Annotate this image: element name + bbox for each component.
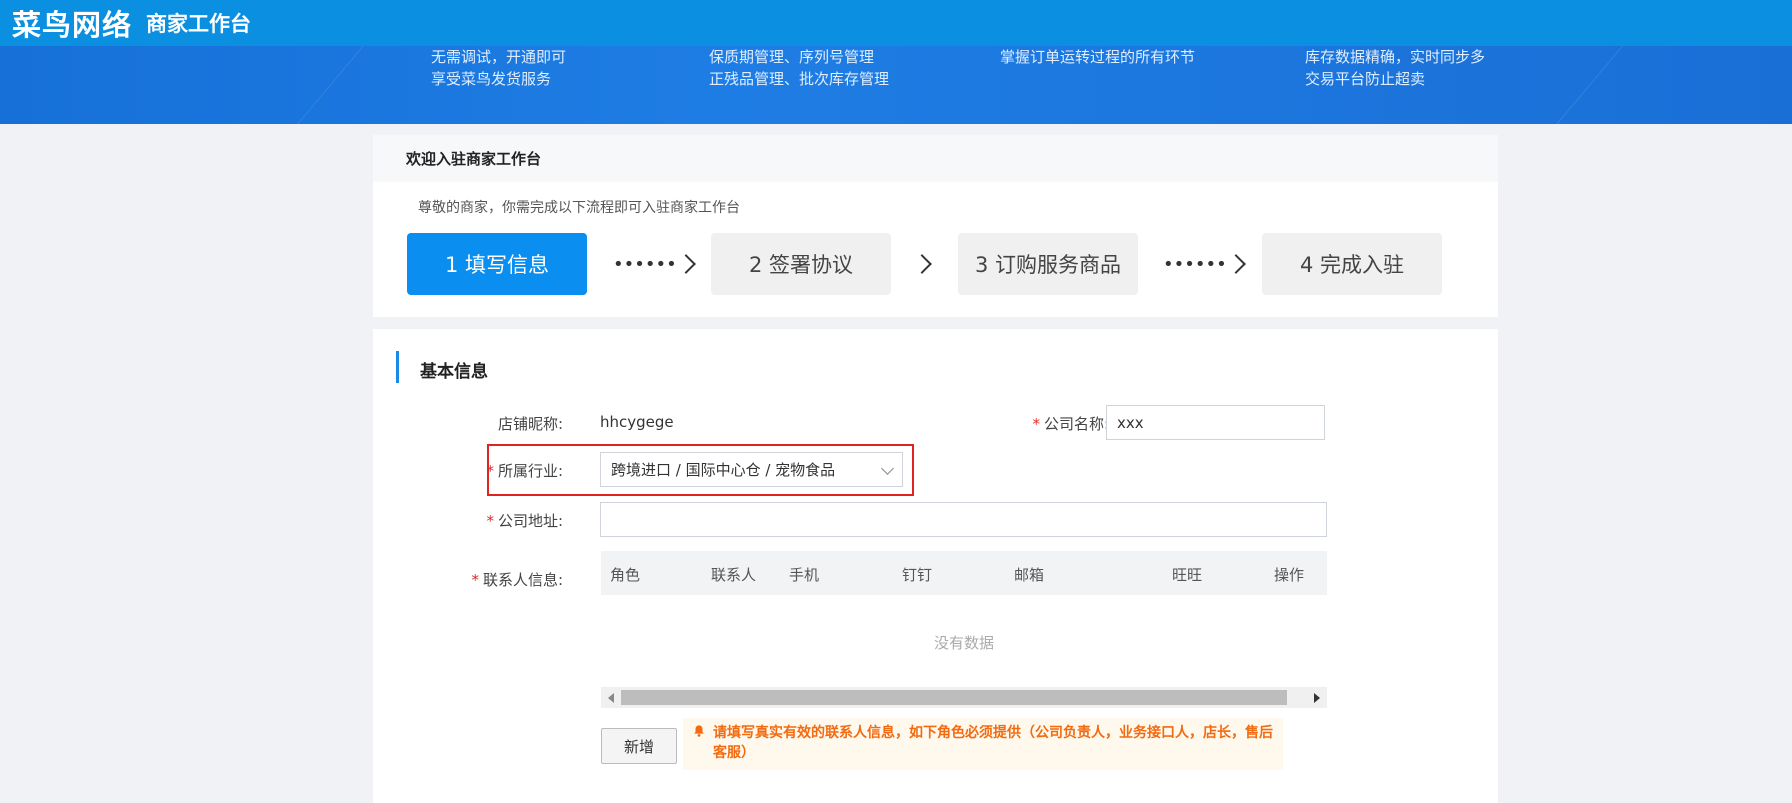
add-contact-button[interactable]: 新增	[601, 728, 677, 764]
column-phone: 手机	[789, 566, 820, 584]
scroll-left-icon[interactable]	[608, 693, 614, 703]
scroll-right-icon[interactable]	[1314, 693, 1320, 703]
app-title: 商家工作台	[146, 12, 252, 36]
table-empty-text: 没有数据	[933, 634, 994, 652]
contact-table-header: 角色 联系人 手机 钉钉 邮箱 旺旺 操作	[601, 551, 1327, 595]
chevron-right-icon	[912, 254, 932, 274]
step-order-service[interactable]: 3 订购服务商品	[958, 233, 1138, 295]
industry-select[interactable]: 跨境进口 / 国际中心仓 / 宠物食品	[600, 452, 903, 487]
contact-label: * 联系人信息:	[471, 571, 563, 589]
section-accent-bar	[396, 351, 399, 383]
table-horizontal-scrollbar[interactable]	[601, 687, 1327, 708]
column-actions: 操作	[1274, 566, 1305, 584]
company-name-input[interactable]: xxx	[1106, 405, 1325, 440]
welcome-card: 欢迎入驻商家工作台 尊敬的商家，你需完成以下流程即可入驻商家工作台 1 填写信息…	[373, 135, 1498, 317]
contact-notice: 请填写真实有效的联系人信息，如下角色必须提供（公司负责人，业务接口人，店长，售后…	[683, 718, 1283, 770]
step-fill-info[interactable]: 1 填写信息	[407, 233, 587, 295]
feature-item: 无需调试，开通即可 享受菜鸟发货服务	[431, 48, 567, 88]
chevron-down-icon	[881, 462, 894, 475]
address-input[interactable]	[600, 502, 1327, 537]
section-title: 基本信息	[420, 362, 488, 382]
top-header: 菜鸟网络 商家工作台	[0, 0, 1792, 46]
column-email: 邮箱	[1014, 566, 1045, 584]
scroll-thumb[interactable]	[621, 690, 1287, 705]
cainiao-logo[interactable]: 菜鸟网络	[12, 2, 132, 44]
address-label: * 公司地址:	[486, 512, 563, 530]
step-complete[interactable]: 4 完成入驻	[1262, 233, 1442, 295]
chevron-right-icon	[1225, 254, 1246, 274]
basic-info-card: 基本信息 店铺昵称: hhcygege * 公司名称: xxx * 所属行业: 跨境…	[373, 329, 1498, 803]
banner-decoration	[1521, 46, 1792, 124]
feature-item: 库存数据精确，实时同步多 交易平台防止超卖	[1305, 48, 1486, 88]
company-name-label: * 公司名称:	[1032, 415, 1109, 433]
chevron-right-icon	[675, 254, 696, 274]
feature-item: 保质期管理、序列号管理 正残品管理、批次库存管理	[709, 48, 890, 88]
column-dingtalk: 钉钉	[902, 566, 933, 584]
bell-icon	[694, 725, 704, 737]
feature-item: 掌握订单运转过程的所有环节	[1000, 48, 1196, 66]
store-nickname-label: 店铺昵称:	[497, 415, 563, 433]
feature-banner: 无需调试，开通即可 享受菜鸟发货服务 保质期管理、序列号管理 正残品管理、批次库…	[0, 46, 1792, 124]
store-nickname-value: hhcygege	[600, 413, 674, 431]
step-connector	[912, 233, 932, 295]
industry-label: * 所属行业:	[486, 462, 563, 480]
step-connector: ••••••	[1163, 233, 1246, 295]
welcome-subtitle: 尊敬的商家，你需完成以下流程即可入驻商家工作台	[418, 200, 740, 216]
industry-value: 跨境进口 / 国际中心仓 / 宠物食品	[611, 461, 836, 479]
step-sign-agreement[interactable]: 2 签署协议	[711, 233, 891, 295]
column-role: 角色	[610, 566, 641, 584]
column-wangwang: 旺旺	[1172, 566, 1203, 584]
column-contact: 联系人	[711, 566, 757, 584]
welcome-title: 欢迎入驻商家工作台	[373, 135, 1498, 182]
step-connector: ••••••	[613, 233, 696, 295]
